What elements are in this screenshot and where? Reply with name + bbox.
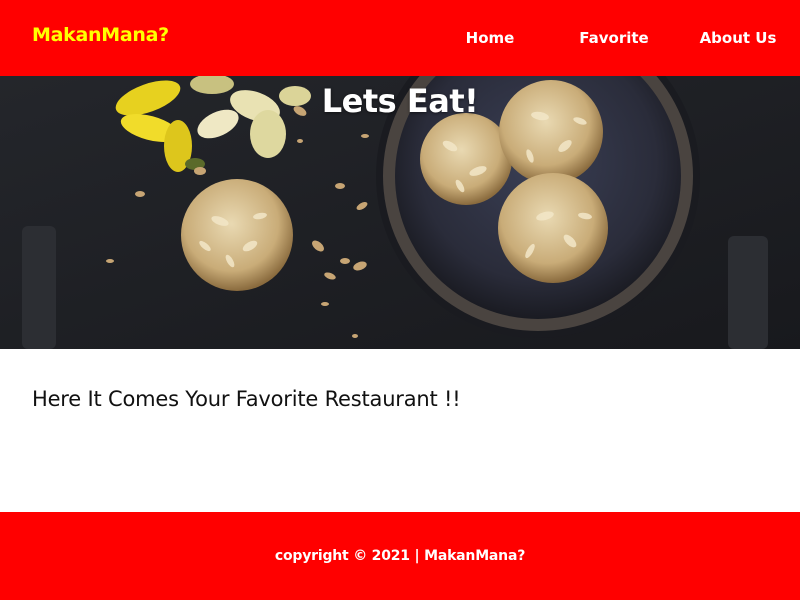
nav-favorite-link[interactable]: Favorite [552,29,676,47]
hero-banner: Lets Eat! [0,76,800,349]
brand-logo[interactable]: MakanMana? [32,24,169,46]
nav-about-link[interactable]: About Us [676,29,800,47]
section-heading: Here It Comes Your Favorite Restaurant !… [32,387,461,411]
hero-title: Lets Eat! [321,82,479,120]
copyright-text: copyright © 2021 | MakanMana? [274,548,526,564]
footer: copyright © 2021 | MakanMana? [0,512,800,600]
main-content: Here It Comes Your Favorite Restaurant !… [0,349,800,512]
main-nav: Home Favorite About Us [428,0,800,76]
nav-home-link[interactable]: Home [428,29,552,47]
app-bar: MakanMana? Home Favorite About Us [0,0,800,76]
